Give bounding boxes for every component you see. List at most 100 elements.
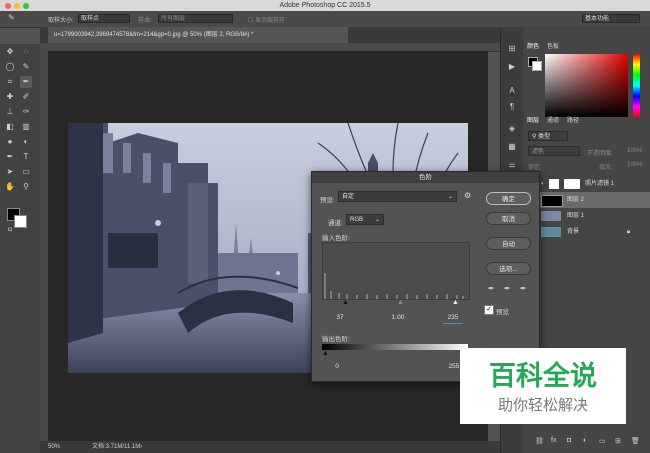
quick-select-icon[interactable]: ✎ xyxy=(20,61,32,73)
trash-icon[interactable]: 🗑︎ xyxy=(631,437,640,445)
lasso-tool-icon[interactable]: ◯ xyxy=(4,61,16,73)
opacity-value[interactable]: 100% xyxy=(627,148,642,154)
file-size-info: 文档:3.71M/11.1M xyxy=(92,444,141,450)
workspace-select[interactable]: 基本功能 xyxy=(582,14,640,23)
paragraph-panel-icon[interactable]: ¶ xyxy=(506,101,518,113)
layer-mask-thumb xyxy=(564,179,580,189)
close-window-button[interactable] xyxy=(5,3,11,9)
quick-mask-icon[interactable]: ◘ xyxy=(4,224,16,236)
ok-button[interactable]: 确定 xyxy=(486,192,531,205)
auto-button[interactable]: 自动 xyxy=(486,237,531,250)
zoom-tool-icon[interactable]: ⚲ xyxy=(20,181,32,193)
gear-icon[interactable]: ⚙ xyxy=(464,191,471,200)
path-select-icon[interactable]: ➤ xyxy=(4,166,16,178)
healing-tool-icon[interactable]: ✚ xyxy=(4,91,16,103)
hand-tool-icon[interactable]: ✋ xyxy=(4,181,16,193)
channels-tab[interactable]: 通道 xyxy=(547,115,559,124)
history-panel-icon[interactable]: ⊞ xyxy=(506,43,518,55)
input-white-field[interactable]: 235 xyxy=(443,313,463,324)
gradient-tool-icon[interactable]: ▥ xyxy=(20,121,32,133)
character-panel-icon[interactable]: A xyxy=(506,85,518,97)
blend-mode-select[interactable]: 滤色 xyxy=(528,146,580,156)
add-mask-icon[interactable]: ◘ xyxy=(567,437,571,444)
show-ring-checkbox[interactable]: ☐ 显示取样环 xyxy=(248,15,285,24)
output-black-field[interactable]: 0 xyxy=(330,362,344,372)
black-point-eyedropper-icon[interactable]: ✒ xyxy=(488,284,495,293)
color-panel-bg-swatch[interactable] xyxy=(532,61,542,71)
layer-row[interactable]: ◉ 图层 1 xyxy=(523,208,650,224)
properties-panel-icon[interactable]: ▦ xyxy=(506,141,518,153)
minimize-window-button[interactable] xyxy=(14,3,20,9)
layer-row[interactable]: ◉ 背景 🔒︎ xyxy=(523,224,650,240)
layer-row[interactable]: ◉ ◐ 照片滤镜 1 xyxy=(523,176,650,192)
new-layer-icon[interactable]: ⊞ xyxy=(615,437,621,445)
input-white-handle[interactable]: ▲ xyxy=(452,299,459,306)
options-button[interactable]: 选项... xyxy=(486,262,531,275)
options-bar: ✎ 取样大小: 取样点 样本: 所有图层 ☐ 显示取样环 基本功能 xyxy=(0,11,650,28)
layer-kind-filter[interactable]: ⚲ 类型 xyxy=(528,131,568,141)
layer-name: 背景 xyxy=(567,229,580,235)
chevron-down-icon: ⌄ xyxy=(447,194,453,200)
document-tab[interactable]: u=1799003942,3969474578&fm=214&gp=0.jpg … xyxy=(48,27,348,43)
color-picker-field[interactable] xyxy=(545,54,628,117)
new-adjustment-icon[interactable]: ◐ xyxy=(583,437,587,444)
output-slider[interactable]: ▲ ▲ xyxy=(322,350,469,358)
eyedropper-icon[interactable]: ✎ xyxy=(8,13,15,22)
cancel-button[interactable]: 取消 xyxy=(486,212,531,225)
link-layers-icon[interactable]: ⛓ xyxy=(535,437,544,445)
gray-point-eyedropper-icon[interactable]: ✒ xyxy=(504,284,511,293)
color-tab[interactable]: 颜色 xyxy=(527,41,539,50)
eraser-tool-icon[interactable]: ◧ xyxy=(4,121,16,133)
sample-label: 样本: xyxy=(138,18,152,24)
preview-label: 预览 xyxy=(496,309,509,316)
3d-panel-icon[interactable]: ◈ xyxy=(506,123,518,135)
actions-panel-icon[interactable]: ▶ xyxy=(506,61,518,73)
pen-tool-icon[interactable]: ✒ xyxy=(4,151,16,163)
input-gamma-field[interactable]: 1.00 xyxy=(386,313,410,323)
shape-tool-icon[interactable]: ▭ xyxy=(20,166,32,178)
new-group-icon[interactable]: ▭ xyxy=(599,437,606,445)
preset-select[interactable]: 自定 ⌄ xyxy=(338,191,457,202)
preview-checkbox[interactable]: ✓ xyxy=(484,305,494,315)
input-black-field[interactable]: 37 xyxy=(330,313,350,323)
layer-thumb xyxy=(541,227,561,237)
zoom-window-button[interactable] xyxy=(23,3,29,9)
adjustments-panel-icon[interactable]: ⚌ xyxy=(506,159,518,171)
preset-label: 预设: xyxy=(320,197,335,204)
input-slider[interactable]: ▲ ▲ ▲ xyxy=(322,299,468,307)
watermark: 百科全说 助你轻松解决 xyxy=(460,348,626,424)
marquee-tool-icon[interactable]: ◌ xyxy=(20,46,32,58)
zoom-level[interactable]: 50% xyxy=(48,441,60,453)
layer-name: 图层 1 xyxy=(567,213,585,219)
layers-tab[interactable]: 图层 xyxy=(527,115,539,124)
vertical-ruler xyxy=(40,51,48,441)
dialog-title: 色阶 xyxy=(312,172,539,183)
move-tool-icon[interactable]: ✥ xyxy=(4,46,16,58)
brush-tool-icon[interactable]: ✐ xyxy=(20,91,32,103)
fill-value[interactable]: 100% xyxy=(627,162,642,168)
type-tool-icon[interactable]: T xyxy=(20,151,32,163)
sample-size-label: 取样大小: xyxy=(48,18,74,24)
sample-select[interactable]: 所有图层 xyxy=(158,14,233,23)
white-point-eyedropper-icon[interactable]: ✒ xyxy=(520,284,527,293)
status-arrow-icon[interactable]: › xyxy=(140,441,142,453)
channel-select[interactable]: RGB ⌄ xyxy=(346,214,384,225)
layer-style-icon[interactable]: fx xyxy=(551,437,556,444)
crop-tool-icon[interactable]: ⌗ xyxy=(4,76,16,88)
dodge-tool-icon[interactable]: ◐ xyxy=(20,136,32,148)
input-black-handle[interactable]: ▲ xyxy=(342,299,349,306)
output-black-handle[interactable]: ▲ xyxy=(322,350,329,357)
paths-tab[interactable]: 路径 xyxy=(567,115,579,124)
swatches-tab[interactable]: 色板 xyxy=(547,41,559,50)
channel-label: 通道: xyxy=(328,220,343,227)
input-gamma-handle[interactable]: ▲ xyxy=(397,299,404,306)
layers-footer: ⛓ fx ◘ ◐ ▭ ⊞ 🗑︎ xyxy=(523,437,650,449)
histogram xyxy=(322,242,470,300)
hue-slider[interactable] xyxy=(633,54,640,117)
sample-size-select[interactable]: 取样点 xyxy=(78,14,130,23)
history-brush-icon[interactable]: ✑ xyxy=(20,106,32,118)
stamp-tool-icon[interactable]: ⊥ xyxy=(4,106,16,118)
blur-tool-icon[interactable]: ● xyxy=(4,136,16,148)
eyedropper-tool-icon[interactable]: ✒ xyxy=(20,76,32,88)
layer-row[interactable]: ◉ 图层 2 xyxy=(523,192,650,208)
